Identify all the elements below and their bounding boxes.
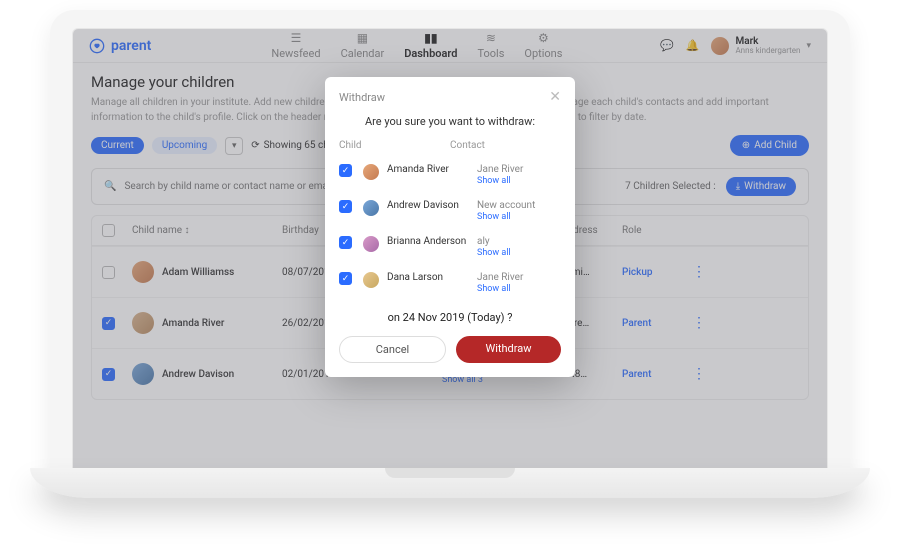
close-icon[interactable]: ✕ (549, 89, 561, 105)
modal-checkbox[interactable]: ✓ (339, 164, 352, 177)
modal-row: ✓ Andrew Davison New accountShow all (339, 193, 561, 229)
modal-checkbox[interactable]: ✓ (339, 272, 352, 285)
modal-avatar (363, 200, 379, 216)
modal-show-all[interactable]: Show all (477, 176, 511, 186)
modal-avatar (363, 272, 379, 288)
modal-avatar (363, 164, 379, 180)
modal-row: ✓ Amanda River Jane RiverShow all (339, 157, 561, 193)
modal-contact: Jane River (477, 272, 523, 283)
modal-col-contact: Contact (450, 140, 561, 151)
modal-child-name: Andrew Davison (387, 200, 471, 211)
modal-child-name: Amanda River (387, 164, 471, 175)
modal-child-name: Brianna Anderson (387, 236, 471, 247)
modal-row: ✓ Dana Larson Jane RiverShow all (339, 265, 561, 301)
modal-title: Withdraw (339, 91, 385, 104)
modal-contact: Jane River (477, 164, 523, 175)
modal-row: ✓ Brianna Anderson alyShow all (339, 229, 561, 265)
withdraw-modal: Withdraw ✕ Are you sure you want to with… (325, 77, 575, 377)
cancel-button[interactable]: Cancel (339, 336, 446, 363)
modal-contact: New account (477, 200, 535, 211)
modal-child-name: Dana Larson (387, 272, 471, 283)
modal-contact: aly (477, 236, 490, 247)
modal-show-all[interactable]: Show all (477, 248, 511, 258)
confirm-withdraw-button[interactable]: Withdraw (456, 336, 561, 363)
modal-show-all[interactable]: Show all (477, 212, 511, 222)
modal-checkbox[interactable]: ✓ (339, 236, 352, 249)
modal-date: on 24 Nov 2019 (Today) ? (339, 311, 561, 324)
modal-show-all[interactable]: Show all (477, 284, 511, 294)
modal-question: Are you sure you want to withdraw: (339, 115, 561, 128)
laptop-base (30, 468, 870, 498)
modal-checkbox[interactable]: ✓ (339, 200, 352, 213)
modal-col-child: Child (339, 140, 450, 151)
modal-avatar (363, 236, 379, 252)
